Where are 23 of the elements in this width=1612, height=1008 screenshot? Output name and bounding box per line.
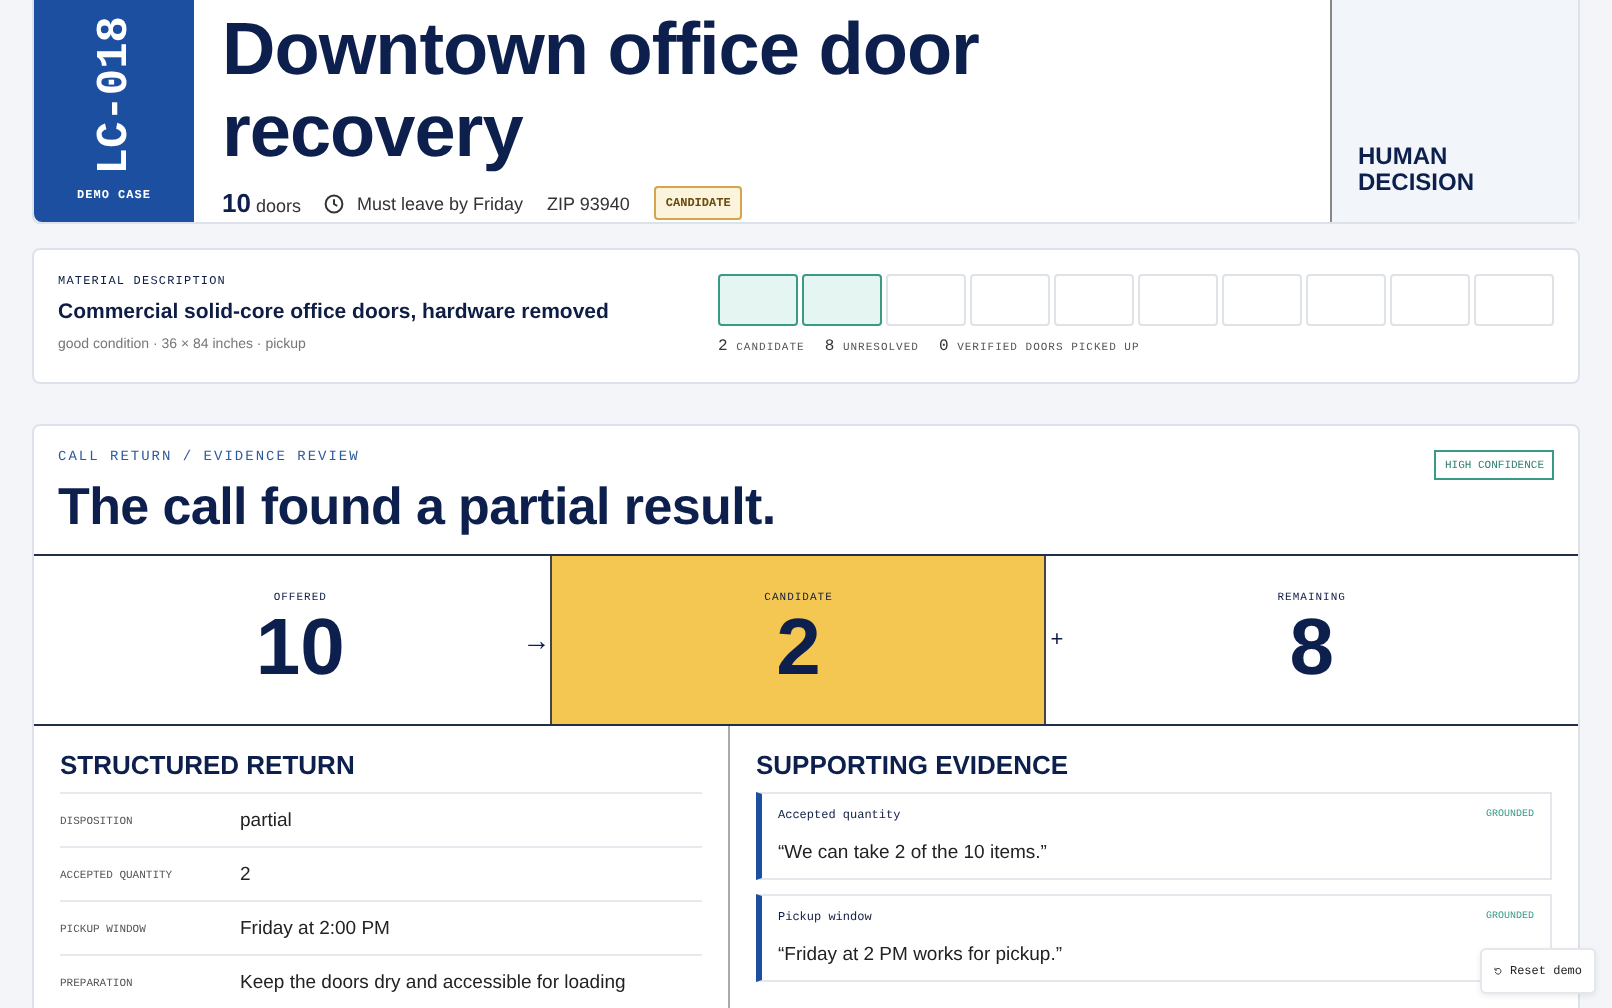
section-title: SUPPORTING EVIDENCE	[756, 750, 1071, 780]
case-code: LC-018	[89, 16, 139, 175]
metric-value: 10	[255, 603, 345, 691]
field-value: Friday at 2:00 PM	[240, 917, 390, 939]
metric-value: 8	[1289, 603, 1334, 691]
field-value: partial	[240, 809, 292, 831]
zip-text: ZIP 93940	[547, 193, 630, 213]
section-title: STRUCTURED RETURN	[60, 750, 357, 780]
review-headline: The call found a partial result.	[58, 476, 776, 538]
evidence-quote: “We can take 2 of the 10 items.”	[778, 842, 1049, 864]
arrow-text: →	[522, 626, 551, 654]
deadline-text: Must leave by Friday	[356, 193, 524, 213]
plus-text: +	[1050, 626, 1064, 654]
case-title: Downtown office door recovery	[222, 8, 981, 172]
door-count: 10 doors	[222, 188, 301, 218]
reset-icon	[1494, 962, 1502, 980]
evidence-quote: “Friday at 2 PM works for pickup.”	[778, 944, 1065, 966]
field-value: 2	[240, 863, 251, 885]
decision-label: HUMAN DECISION	[1358, 144, 1477, 196]
field-value: Keep the doors dry and accessible for loading	[240, 971, 626, 993]
clock-icon	[324, 193, 345, 213]
metric-value: 2	[776, 603, 821, 691]
material-name: Commercial solid-core office doors, hardware removed	[58, 300, 609, 324]
